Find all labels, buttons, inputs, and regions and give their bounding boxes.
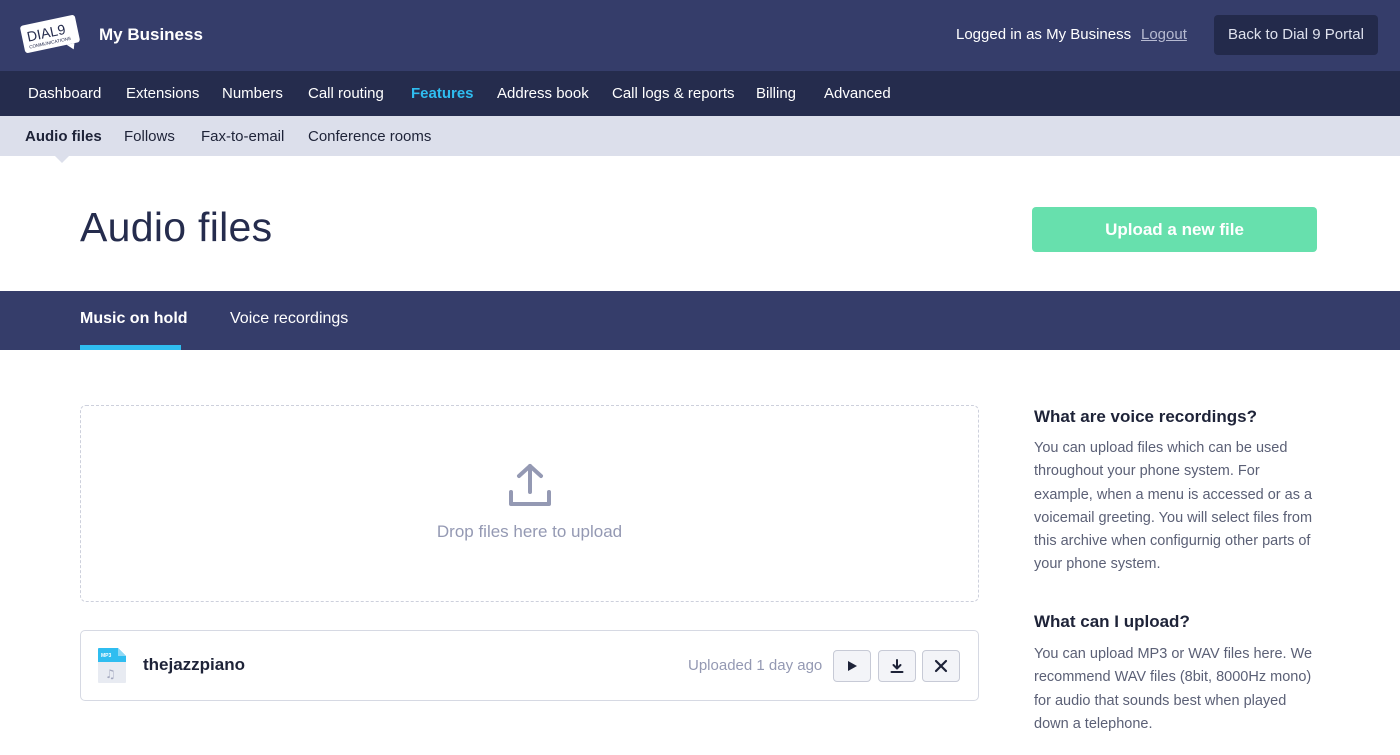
tab-voice-recordings[interactable]: Voice recordings <box>230 310 348 328</box>
delete-button[interactable] <box>922 650 960 682</box>
back-to-portal-button[interactable]: Back to Dial 9 Portal <box>1214 15 1378 55</box>
play-icon <box>848 661 857 671</box>
page-title: Audio files <box>80 204 273 250</box>
help-heading-what-can-i-upload: What can I upload? <box>1034 612 1190 631</box>
file-name: thejazzpiano <box>143 655 246 674</box>
nav-advanced[interactable]: Advanced <box>824 85 891 102</box>
help-line: voicemail greeting. You will select file… <box>1034 509 1313 526</box>
nav-dashboard[interactable]: Dashboard <box>28 85 101 102</box>
close-icon <box>934 659 948 673</box>
nav-call-logs-reports[interactable]: Call logs & reports <box>612 85 735 102</box>
help-line: recommend WAV files (8bit, 8000Hz mono) <box>1034 669 1312 686</box>
file-type-badge: MP3 <box>101 653 112 659</box>
subnav-conference-rooms[interactable]: Conference rooms <box>308 128 431 145</box>
subnav-audio-files[interactable]: Audio files <box>25 128 102 145</box>
help-line: down a telephone. <box>1034 715 1153 732</box>
play-button[interactable] <box>833 650 871 682</box>
upload-new-file-button[interactable]: Upload a new file <box>1032 207 1317 252</box>
sub-nav: Audio files Follows Fax-to-email Confere… <box>0 116 1400 156</box>
help-line: for audio that sounds best when played <box>1034 692 1287 709</box>
dial9-logo[interactable]: DIAL9 COMMUNICATIONS <box>18 14 82 54</box>
help-line: throughout your phone system. For <box>1034 463 1260 480</box>
nav-call-routing[interactable]: Call routing <box>308 85 384 102</box>
file-row: MP3 ♫ thejazzpiano Uploaded 1 day ago <box>80 630 979 701</box>
help-line: your phone system. <box>1034 556 1161 573</box>
upload-icon <box>509 464 551 506</box>
file-drop-zone[interactable]: Drop files here to upload <box>80 405 979 602</box>
nav-billing[interactable]: Billing <box>756 85 796 102</box>
svg-text:♫: ♫ <box>105 667 116 681</box>
help-heading-voice-recordings: What are voice recordings? <box>1034 407 1257 426</box>
subnav-fax-to-email[interactable]: Fax-to-email <box>201 128 284 145</box>
main-nav: Dashboard Extensions Numbers Call routin… <box>0 71 1400 116</box>
nav-features[interactable]: Features <box>411 85 474 102</box>
top-bar: DIAL9 COMMUNICATIONS My Business Logged … <box>0 0 1400 71</box>
help-line: You can upload files which can be used <box>1034 440 1288 456</box>
help-text-voice-recordings: You can upload files which can be used t… <box>1034 437 1334 577</box>
nav-numbers[interactable]: Numbers <box>222 85 283 102</box>
logout-link[interactable]: Logout <box>1141 26 1187 43</box>
download-button[interactable] <box>878 650 916 682</box>
subnav-follows[interactable]: Follows <box>124 128 175 145</box>
audio-tabs: Music on hold Voice recordings <box>0 291 1400 350</box>
nav-address-book[interactable]: Address book <box>497 85 589 102</box>
help-line: this archive when configurnig other part… <box>1034 533 1311 550</box>
help-line: You can upload MP3 or WAV files here. We <box>1034 646 1313 662</box>
download-icon <box>890 659 904 673</box>
drop-zone-label: Drop files here to upload <box>436 522 623 541</box>
brand-name: My Business <box>99 25 203 44</box>
tab-music-on-hold[interactable]: Music on hold <box>80 310 188 328</box>
active-subnav-indicator <box>55 156 69 163</box>
logged-in-status: Logged in as My Business <box>956 26 1132 43</box>
help-line: example, when a menu is accessed or as a <box>1034 486 1313 503</box>
file-uploaded-time: Uploaded 1 day ago <box>688 657 823 674</box>
audio-file-icon: MP3 ♫ <box>98 648 126 683</box>
help-text-what-can-i-upload: You can upload MP3 or WAV files here. We… <box>1034 643 1334 736</box>
nav-extensions[interactable]: Extensions <box>126 85 199 102</box>
active-tab-underline <box>80 345 181 350</box>
